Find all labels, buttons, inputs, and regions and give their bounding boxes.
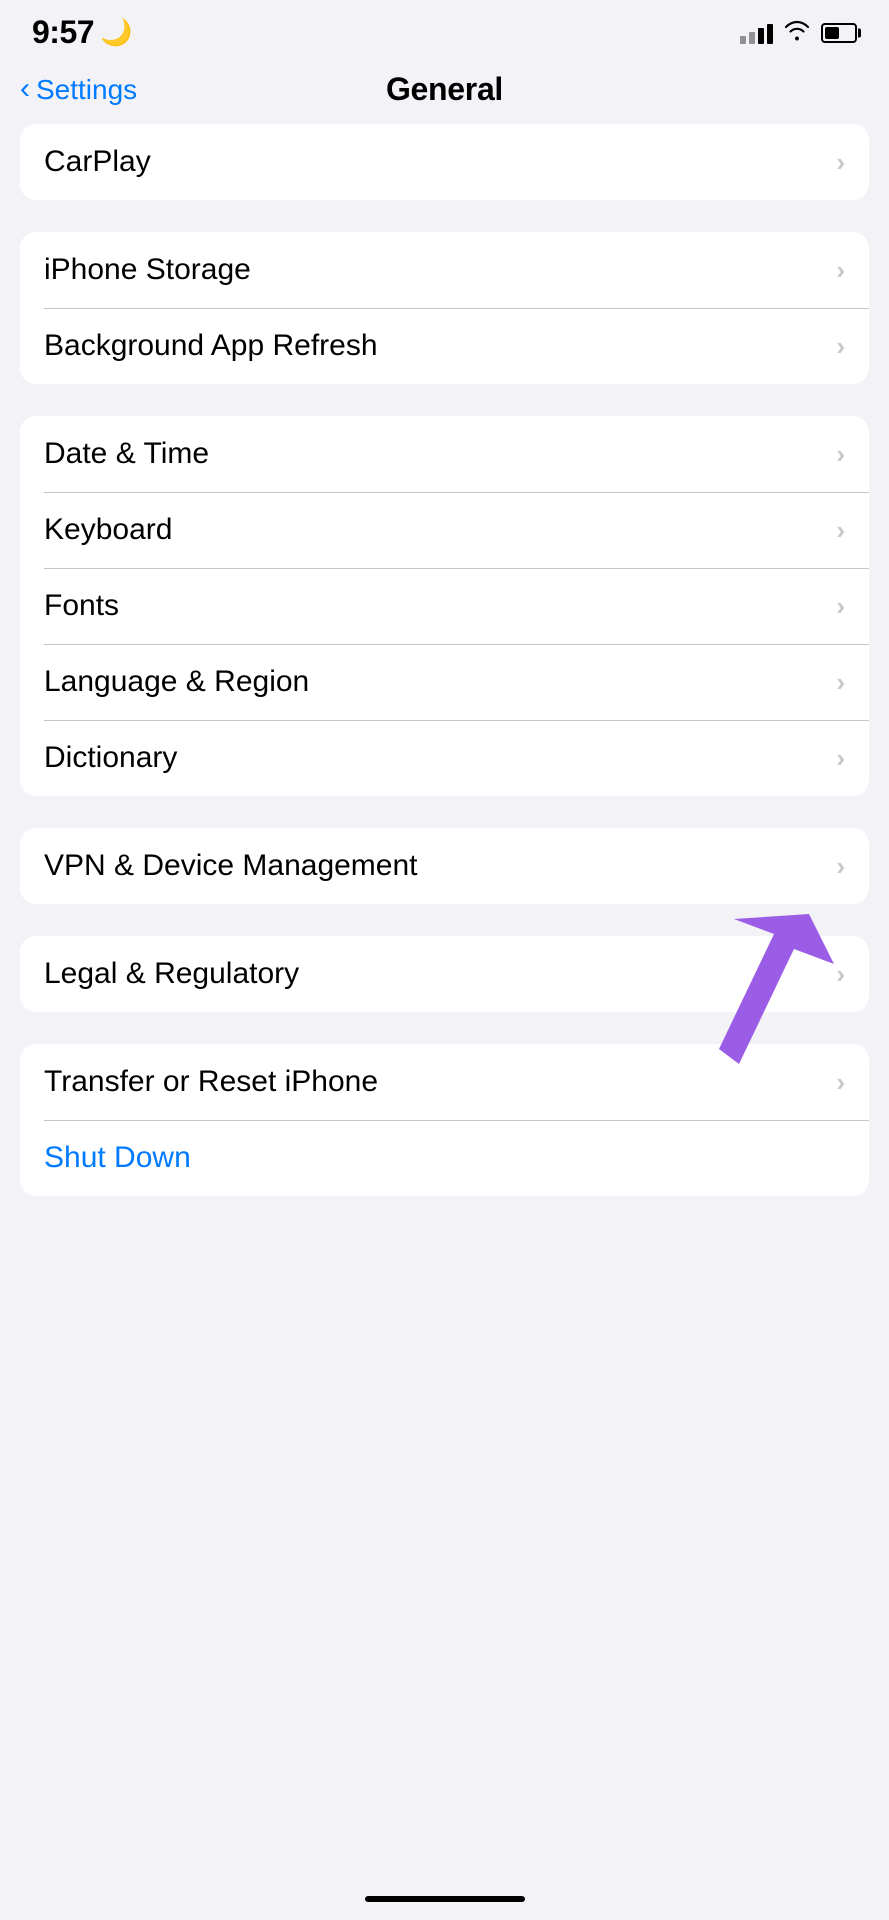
nav-header: ‹ Settings General [0, 59, 889, 124]
dictionary-item[interactable]: Dictionary › [20, 720, 869, 796]
status-time: 9:57 [32, 14, 94, 51]
transfer-reset-item[interactable]: Transfer or Reset iPhone › [20, 1044, 869, 1120]
reset-section-container: Transfer or Reset iPhone › Shut Down [20, 1044, 869, 1196]
keyboard-item[interactable]: Keyboard › [20, 492, 869, 568]
vpn-group: VPN & Device Management › [20, 828, 869, 904]
back-button[interactable]: ‹ Settings [20, 74, 137, 106]
date-time-item[interactable]: Date & Time › [20, 416, 869, 492]
chevron-right-icon: › [836, 1067, 845, 1098]
battery-icon [821, 23, 857, 43]
settings-content: CarPlay › iPhone Storage › Background Ap… [0, 124, 889, 1288]
legal-regulatory-label: Legal & Regulatory [44, 957, 299, 991]
background-app-refresh-item[interactable]: Background App Refresh › [20, 308, 869, 384]
home-indicator [365, 1896, 525, 1902]
fonts-label: Fonts [44, 589, 119, 623]
transfer-reset-label: Transfer or Reset iPhone [44, 1065, 378, 1099]
carplay-item[interactable]: CarPlay › [20, 124, 869, 200]
carplay-label: CarPlay [44, 145, 151, 179]
chevron-right-icon: › [836, 959, 845, 990]
shut-down-item[interactable]: Shut Down [20, 1120, 869, 1196]
keyboard-label: Keyboard [44, 513, 172, 547]
chevron-right-icon: › [836, 439, 845, 470]
background-app-refresh-label: Background App Refresh [44, 329, 378, 363]
storage-group: iPhone Storage › Background App Refresh … [20, 232, 869, 384]
chevron-right-icon: › [836, 743, 845, 774]
page-title: General [386, 71, 503, 108]
fonts-item[interactable]: Fonts › [20, 568, 869, 644]
locale-group: Date & Time › Keyboard › Fonts › Languag… [20, 416, 869, 796]
vpn-device-management-item[interactable]: VPN & Device Management › [20, 828, 869, 904]
chevron-right-icon: › [836, 851, 845, 882]
language-region-label: Language & Region [44, 665, 309, 699]
date-time-label: Date & Time [44, 437, 209, 471]
status-bar: 9:57 🌙 [0, 0, 889, 59]
legal-group: Legal & Regulatory › [20, 936, 869, 1012]
dictionary-label: Dictionary [44, 741, 177, 775]
chevron-right-icon: › [836, 255, 845, 286]
chevron-right-icon: › [836, 515, 845, 546]
reset-group: Transfer or Reset iPhone › Shut Down [20, 1044, 869, 1196]
carplay-group: CarPlay › [20, 124, 869, 200]
wifi-icon [783, 19, 811, 47]
legal-regulatory-item[interactable]: Legal & Regulatory › [20, 936, 869, 1012]
signal-icon [740, 22, 773, 44]
chevron-right-icon: › [836, 331, 845, 362]
iphone-storage-label: iPhone Storage [44, 253, 251, 287]
back-label: Settings [36, 74, 137, 106]
language-region-item[interactable]: Language & Region › [20, 644, 869, 720]
chevron-right-icon: › [836, 147, 845, 178]
shut-down-label: Shut Down [44, 1141, 191, 1175]
back-chevron-icon: ‹ [20, 72, 30, 106]
chevron-right-icon: › [836, 667, 845, 698]
chevron-right-icon: › [836, 591, 845, 622]
moon-icon: 🌙 [100, 17, 132, 48]
vpn-device-management-label: VPN & Device Management [44, 849, 418, 883]
iphone-storage-item[interactable]: iPhone Storage › [20, 232, 869, 308]
status-icons [740, 19, 857, 47]
